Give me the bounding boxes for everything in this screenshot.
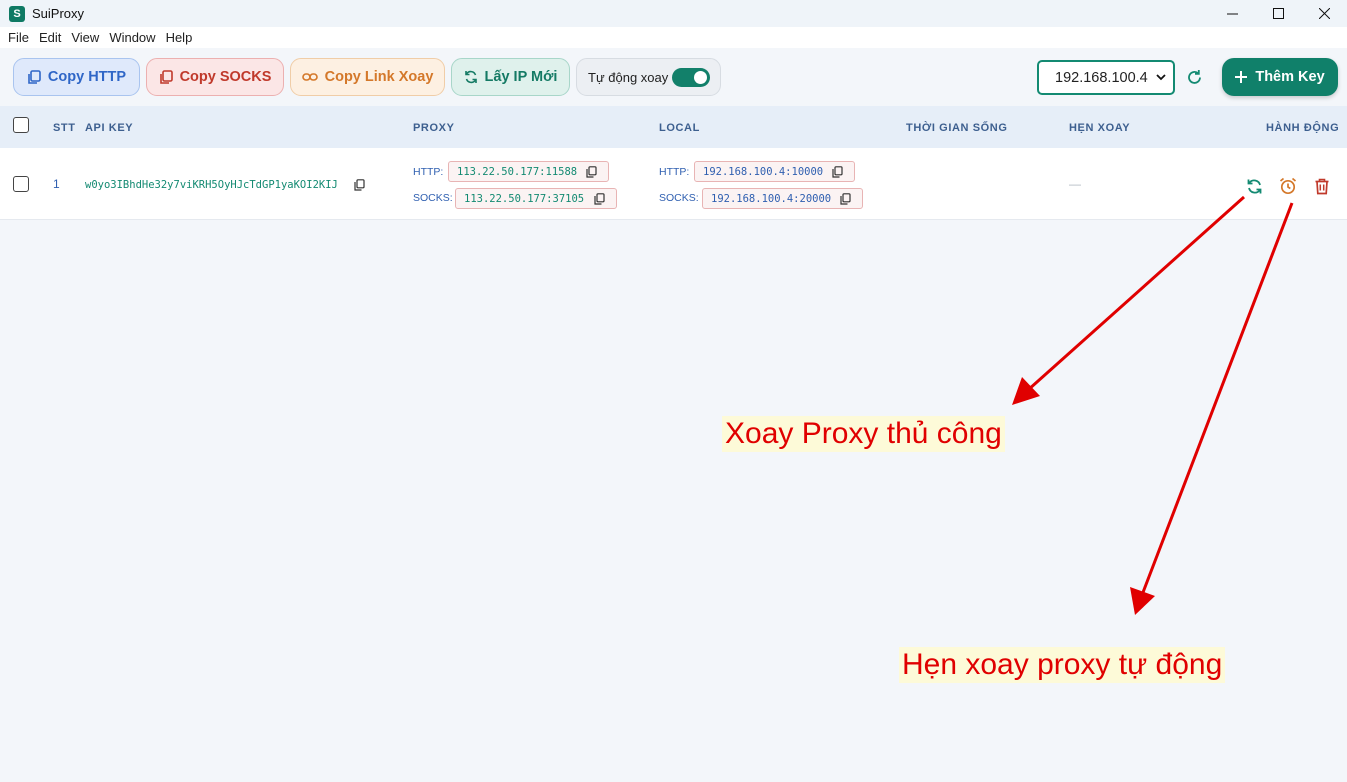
get-new-ip-button[interactable]: Lấy IP Mới — [451, 58, 570, 96]
menu-file[interactable]: File — [4, 30, 33, 45]
menu-help[interactable]: Help — [162, 30, 197, 45]
row-stt: 1 — [53, 177, 60, 191]
app-logo-icon: S — [9, 5, 25, 22]
header-actions: HÀNH ĐỘNG — [1266, 122, 1340, 134]
row-schedule: — — [1069, 177, 1081, 191]
copy-icon — [586, 166, 597, 178]
header-api-key: API KEY — [85, 122, 134, 134]
copy-link-button[interactable]: Copy Link Xoay — [290, 58, 445, 96]
minimize-icon — [1226, 13, 1238, 15]
refresh-ip-button[interactable] — [1185, 68, 1204, 87]
copy-socks-button[interactable]: Copy SOCKS — [146, 58, 284, 96]
menu-bar: File Edit View Window Help — [0, 27, 1347, 48]
copy-icon — [594, 193, 605, 205]
minimize-button[interactable] — [1209, 0, 1255, 27]
annotation-scheduled-rotate: Hẹn xoay proxy tự động — [899, 647, 1226, 683]
local-http-chip[interactable]: 192.168.100.4:10000 — [694, 161, 855, 182]
schedule-rotate-button[interactable] — [1278, 176, 1298, 196]
trash-icon — [1315, 178, 1329, 194]
add-key-button[interactable]: Thêm Key — [1222, 58, 1338, 96]
table-row: 1 w0yo3IBhdHe32y7viKRH5OyHJcTdGP1yaKOI2K… — [0, 148, 1347, 220]
header-proxy: PROXY — [413, 122, 455, 134]
arrow-manual-rotate — [1027, 195, 1245, 392]
ip-select-value: 192.168.100.4 — [1055, 69, 1148, 86]
select-all-checkbox[interactable] — [13, 117, 29, 133]
sync-icon — [464, 70, 477, 84]
rotate-proxy-button[interactable] — [1244, 176, 1264, 196]
maximize-button[interactable] — [1255, 0, 1301, 27]
header-local: LOCAL — [659, 122, 700, 134]
refresh-icon — [1188, 70, 1201, 84]
copy-socks-label: Copy SOCKS — [179, 69, 272, 85]
proxy-socks-chip[interactable]: 113.22.50.177:37105 — [455, 188, 617, 209]
annotation-manual-rotate: Xoay Proxy thủ công — [722, 416, 1005, 452]
proxy-http-value: 113.22.50.177:11588 — [457, 165, 578, 178]
close-button[interactable] — [1301, 0, 1347, 27]
proxy-socks-value: 113.22.50.177:37105 — [464, 192, 585, 205]
arrowhead-scheduled-rotate — [1130, 587, 1155, 615]
ip-select[interactable]: 192.168.100.4 — [1037, 60, 1175, 95]
sync-icon — [1247, 178, 1261, 194]
menu-edit[interactable]: Edit — [35, 30, 65, 45]
get-new-ip-label: Lấy IP Mới — [484, 69, 558, 85]
copy-icon — [840, 193, 851, 205]
header-lifetime: THỜI GIAN SỐNG — [906, 122, 1008, 134]
auto-rotate-label: Tự động xoay — [588, 69, 669, 85]
menu-view[interactable]: View — [67, 30, 103, 45]
local-http-value: 192.168.100.4:10000 — [703, 165, 824, 178]
alarm-clock-icon — [1279, 177, 1297, 195]
copy-icon — [832, 166, 843, 178]
copy-api-key-icon[interactable] — [354, 179, 365, 191]
table-header: STT API KEY PROXY LOCAL THỜI GIAN SỐNG H… — [0, 106, 1347, 148]
proxy-http-label: HTTP: — [413, 166, 444, 178]
copy-icon — [28, 69, 41, 84]
local-http-label: HTTP: — [659, 166, 690, 178]
auto-rotate-toggle[interactable] — [672, 68, 710, 87]
arrowhead-manual-rotate — [1012, 377, 1040, 405]
close-icon — [1318, 8, 1330, 19]
copy-link-label: Copy Link Xoay — [324, 69, 434, 85]
copy-icon — [159, 69, 173, 84]
arrow-scheduled-rotate — [1140, 202, 1294, 596]
menu-window[interactable]: Window — [105, 30, 159, 45]
plus-icon — [1235, 71, 1248, 83]
header-schedule: HẸN XOAY — [1069, 122, 1131, 134]
copy-http-label: Copy HTTP — [47, 69, 127, 85]
row-api-key: w0yo3IBhdHe32y7viKRH5OyHJcTdGP1yaKOI2KIJ — [85, 179, 338, 191]
add-key-label: Thêm Key — [1255, 69, 1325, 85]
local-socks-chip[interactable]: 192.168.100.4:20000 — [702, 188, 863, 209]
window-title: SuiProxy — [32, 6, 85, 21]
proxy-http-chip[interactable]: 113.22.50.177:11588 — [448, 161, 609, 182]
auto-rotate-control: Tự động xoay — [576, 58, 721, 96]
local-socks-label: SOCKS: — [659, 192, 699, 204]
row-checkbox[interactable] — [13, 176, 29, 192]
header-stt: STT — [53, 122, 76, 134]
title-bar: S SuiProxy — [0, 0, 1347, 27]
toggle-knob — [694, 71, 707, 84]
window-controls — [1209, 0, 1347, 27]
chevron-down-icon — [1156, 74, 1166, 81]
proxy-socks-label: SOCKS: — [413, 192, 453, 204]
link-icon — [301, 73, 318, 81]
copy-http-button[interactable]: Copy HTTP — [13, 58, 140, 96]
toolbar: Copy HTTP Copy SOCKS Copy Link Xoay Lấy … — [0, 48, 1347, 106]
local-socks-value: 192.168.100.4:20000 — [711, 192, 832, 205]
delete-key-button[interactable] — [1312, 176, 1332, 196]
maximize-icon — [1272, 8, 1284, 19]
